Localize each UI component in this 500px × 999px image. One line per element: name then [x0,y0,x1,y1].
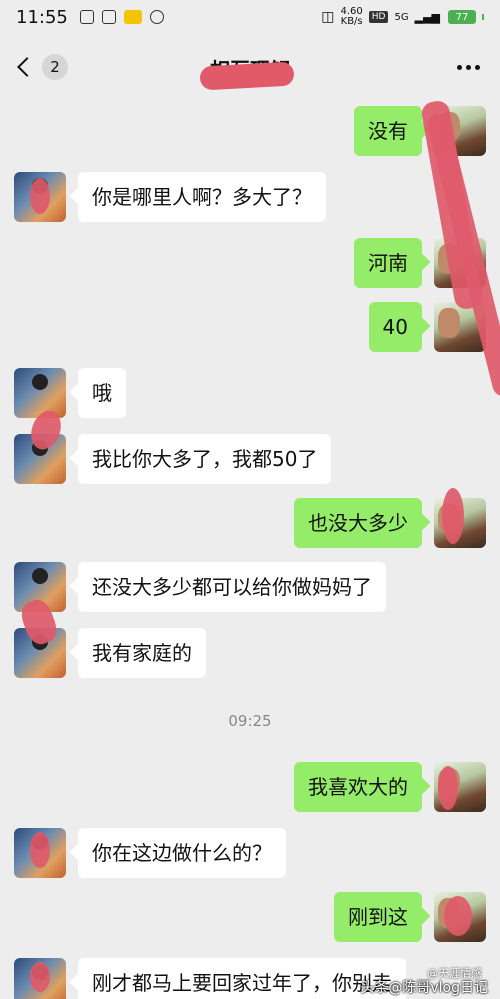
message-bubble[interactable]: 我比你大多了，我都50了 [78,434,332,484]
message-bubble[interactable]: 刚才都马上要回家过年了，你别走 [78,958,406,999]
wifi-hotspot-icon [101,10,116,24]
back-button[interactable]: 2 [14,54,68,80]
app-circle-icon [149,10,164,24]
app-notification-icon [123,10,142,24]
battery-tip [482,14,484,20]
network-speed: 4.60 KB/s [341,7,363,27]
redaction-scribble [199,61,295,91]
battery-icon: 77 [448,10,476,24]
signal-icon: ▂▄▆ [414,10,440,24]
message-sent: 没有 [354,106,486,156]
redaction-scribble [30,178,50,214]
message-received: 刚才都马上要回家过年了，你别走 [14,958,406,999]
message-received: 你是哪里人啊？多大了？ [14,172,326,222]
message-received: 哦 [14,368,126,418]
message-bubble[interactable]: 还没大多少都可以给你做妈妈了 [78,562,386,612]
message-bubble[interactable]: 哦 [78,368,126,418]
hd-badge: HD [368,11,389,23]
redaction-scribble [442,488,464,544]
message-bubble[interactable]: 河南 [354,238,422,288]
status-right: ◫ 4.60 KB/s HD 5G ▂▄▆ 77 [321,7,484,27]
redaction-scribble [30,832,50,868]
more-button[interactable] [451,59,486,76]
message-received: 还没大多少都可以给你做妈妈了 [14,562,386,612]
message-bubble[interactable]: 你在这边做什么的？ [78,828,286,878]
message-received: 我比你大多了，我都50了 [14,434,332,484]
message-received: 你在这边做什么的？ [14,828,286,878]
shield-icon [79,10,94,24]
message-bubble[interactable]: 我有家庭的 [78,628,206,678]
message-bubble[interactable]: 你是哪里人啊？多大了？ [78,172,326,222]
redaction-scribble [30,962,50,992]
watermark: 头条@陈哥vlog日记 [360,980,488,996]
redaction-scribble [444,896,472,936]
message-bubble[interactable]: 40 [368,302,422,352]
more-icon [457,64,462,70]
signal-label: 5G [394,11,409,23]
status-bar: 11:55 ◫ 4.60 KB/s HD 5G ▂▄▆ 77 [0,0,500,34]
status-time: 11:55 [16,6,68,28]
message-bubble[interactable]: 也没大多少 [294,498,422,548]
notification-icons [79,10,164,24]
back-icon [17,57,37,77]
more-icon [466,64,471,70]
message-sent: 40 [368,302,486,352]
message-bubble[interactable]: 没有 [354,106,422,156]
speed-unit: KB/s [340,16,363,27]
message-bubble[interactable]: 刚到这 [334,892,422,942]
redaction-scribble [438,766,458,810]
vibrate-icon: ◫ [321,9,335,25]
more-icon [475,64,480,70]
message-bubble[interactable]: 我喜欢大的 [294,762,422,812]
message-list[interactable]: 没有 你是哪里人啊？多大了？ 河南 40 哦 我比你大多了，我都50了 也没大多… [0,99,500,999]
unread-count: 2 [42,54,68,80]
avatar[interactable] [14,368,66,418]
timestamp: 09:25 [228,712,272,730]
